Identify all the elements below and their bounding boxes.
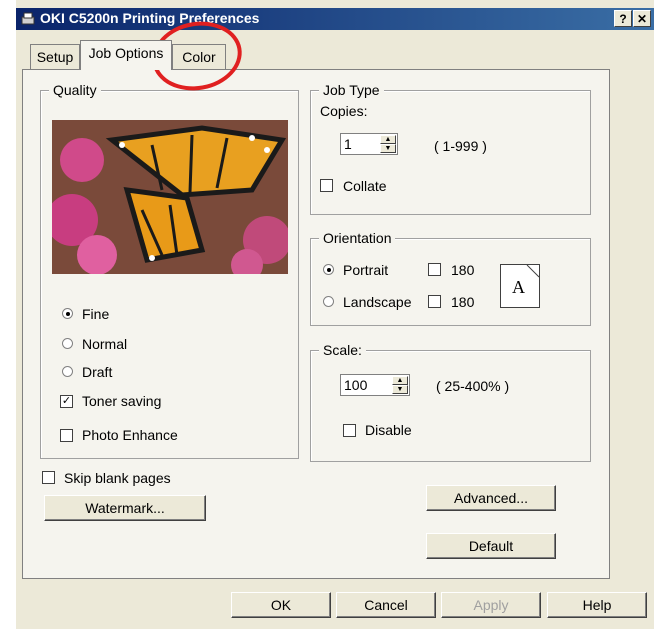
copies-value: 1 bbox=[344, 136, 352, 152]
help-title-button[interactable]: ? bbox=[614, 10, 632, 27]
quality-normal-radio[interactable] bbox=[62, 338, 73, 349]
scale-disable-label: Disable bbox=[365, 422, 412, 438]
butterfly-preview-image bbox=[52, 120, 288, 274]
spin-down-icon[interactable]: ▼ bbox=[380, 144, 396, 153]
scale-legend: Scale: bbox=[319, 342, 366, 358]
skip-blank-pages-checkbox[interactable] bbox=[42, 471, 55, 484]
spin-down-icon[interactable]: ▼ bbox=[392, 385, 408, 394]
copies-label: Copies: bbox=[320, 103, 368, 119]
scale-range: ( 25-400% ) bbox=[436, 378, 510, 394]
tab-setup[interactable]: Setup bbox=[30, 44, 80, 70]
page-icon-letter: A bbox=[512, 277, 525, 297]
watermark-button[interactable]: Watermark... bbox=[44, 495, 206, 521]
copies-range: ( 1-999 ) bbox=[434, 138, 487, 154]
photo-enhance-checkbox[interactable] bbox=[60, 429, 73, 442]
title-bar[interactable]: OKI C5200n Printing Preferences ? ✕ bbox=[16, 8, 654, 30]
landscape-rotate-180-label: 180 bbox=[451, 294, 475, 310]
landscape-rotate-180-checkbox[interactable] bbox=[428, 295, 441, 308]
quality-draft-label: Draft bbox=[82, 364, 113, 380]
collate-checkbox[interactable] bbox=[320, 179, 333, 192]
scale-value: 100 bbox=[344, 377, 368, 393]
photo-enhance-label: Photo Enhance bbox=[82, 427, 178, 443]
help-button[interactable]: Help bbox=[547, 592, 647, 618]
portrait-rotate-180-checkbox[interactable] bbox=[428, 263, 441, 276]
orientation-group: Orientation bbox=[310, 230, 591, 326]
advanced-button[interactable]: Advanced... bbox=[426, 485, 556, 511]
portrait-rotate-180-label: 180 bbox=[451, 262, 475, 278]
job-type-legend: Job Type bbox=[319, 82, 384, 98]
printer-icon bbox=[20, 11, 36, 27]
collate-label: Collate bbox=[343, 178, 387, 194]
toner-saving-label: Toner saving bbox=[82, 393, 162, 409]
spin-up-icon[interactable]: ▲ bbox=[380, 135, 396, 144]
apply-button[interactable]: Apply bbox=[441, 592, 541, 618]
copies-stepper[interactable]: 1 ▲ ▼ bbox=[340, 133, 398, 155]
portrait-radio[interactable] bbox=[323, 264, 334, 275]
skip-blank-pages-label: Skip blank pages bbox=[64, 470, 171, 486]
ok-button[interactable]: OK bbox=[231, 592, 331, 618]
scale-stepper[interactable]: 100 ▲ ▼ bbox=[340, 374, 410, 396]
portrait-label: Portrait bbox=[343, 262, 389, 278]
quality-normal-label: Normal bbox=[82, 336, 128, 352]
cancel-button[interactable]: Cancel bbox=[336, 592, 436, 618]
default-button[interactable]: Default bbox=[426, 533, 556, 559]
spin-up-icon[interactable]: ▲ bbox=[392, 376, 408, 385]
quality-fine-label: Fine bbox=[82, 306, 110, 322]
orientation-legend: Orientation bbox=[319, 230, 396, 246]
quality-legend: Quality bbox=[49, 82, 101, 98]
scale-group: Scale: bbox=[310, 342, 591, 462]
landscape-label: Landscape bbox=[343, 294, 412, 310]
toner-saving-checkbox[interactable]: ✓ bbox=[60, 395, 73, 408]
tab-job-options[interactable]: Job Options bbox=[80, 40, 172, 70]
close-button[interactable]: ✕ bbox=[633, 10, 651, 27]
quality-fine-radio[interactable] bbox=[62, 308, 73, 319]
window-title: OKI C5200n Printing Preferences bbox=[40, 10, 260, 26]
quality-draft-radio[interactable] bbox=[62, 366, 73, 377]
landscape-radio[interactable] bbox=[323, 296, 334, 307]
scale-disable-checkbox[interactable] bbox=[343, 424, 356, 437]
page-orientation-icon: A bbox=[500, 264, 540, 308]
